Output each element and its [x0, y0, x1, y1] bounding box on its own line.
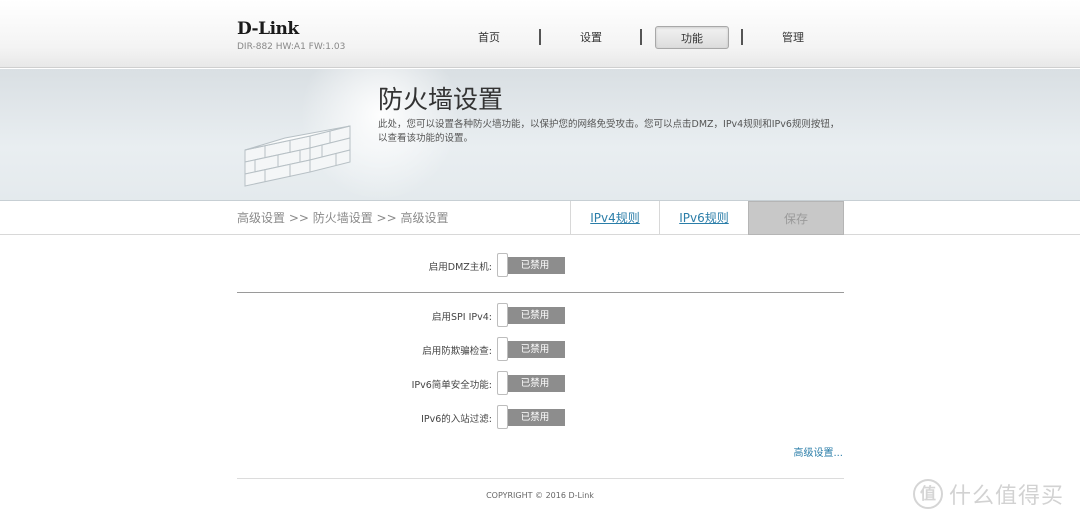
tab-ipv6-rules[interactable]: IPv6规则: [659, 201, 748, 235]
nav-separator: [741, 29, 743, 45]
spi-ipv4-label: 启用SPI IPv4:: [432, 312, 492, 323]
ipv6-simple-security-label: IPv6简单安全功能:: [411, 380, 492, 391]
section-divider: [237, 292, 844, 293]
dmz-host-label: 启用DMZ主机:: [428, 262, 492, 273]
breadcrumb: 高级设置 >> 防火墙设置 >> 高级设置: [237, 211, 449, 225]
model-info: DIR-882 HW:A1 FW:1.03: [237, 42, 346, 52]
toggle-state: 已禁用: [505, 257, 565, 274]
ipv6-ingress-filter-toggle[interactable]: 已禁用: [497, 405, 565, 429]
toggle-state: 已禁用: [505, 375, 565, 392]
watermark-text: 什么值得买: [949, 484, 1065, 509]
page-description: 此处，您可以设置各种防火墙功能，以保护您的网络免受攻击。您可以点击DMZ，IPv…: [378, 119, 840, 144]
page-title: 防火墙设置: [378, 85, 504, 114]
toggle-knob: [497, 405, 508, 429]
toggle-state: 已禁用: [505, 409, 565, 426]
toggle-knob: [497, 371, 508, 395]
ipv6-ingress-filter-label: IPv6的入站过滤:: [421, 414, 492, 425]
toggle-state: 已禁用: [505, 307, 565, 324]
toggle-knob: [497, 253, 508, 277]
anti-spoof-label: 启用防欺骗检查:: [422, 346, 492, 357]
dlink-logo: D-Link: [237, 19, 299, 39]
anti-spoof-toggle[interactable]: 已禁用: [497, 337, 565, 361]
tab-ipv4-rules[interactable]: IPv4规则: [570, 201, 659, 235]
nav-settings[interactable]: 设置: [554, 26, 628, 49]
toggle-knob: [497, 337, 508, 361]
nav-separator: [640, 29, 642, 45]
toggle-knob: [497, 303, 508, 327]
firewall-brick-icon: [244, 125, 351, 187]
nav-management[interactable]: 管理: [756, 26, 830, 49]
advanced-settings-link[interactable]: 高级设置...: [793, 444, 843, 459]
watermark: 值 什么值得买: [913, 478, 1064, 510]
save-button[interactable]: 保存: [748, 201, 844, 235]
nav-features[interactable]: 功能: [655, 26, 729, 49]
footer-divider: [237, 478, 844, 479]
breadcrumb-bar: [0, 201, 1080, 235]
dmz-host-toggle[interactable]: 已禁用: [497, 253, 565, 277]
watermark-logo-icon: 值: [913, 479, 943, 509]
nav-separator: [539, 29, 541, 45]
nav-home[interactable]: 首页: [452, 26, 526, 49]
spi-ipv4-toggle[interactable]: 已禁用: [497, 303, 565, 327]
top-header: D-Link DIR-882 HW:A1 FW:1.03 首页 设置 功能 管理: [0, 0, 1080, 68]
ipv6-simple-security-toggle[interactable]: 已禁用: [497, 371, 565, 395]
toggle-state: 已禁用: [505, 341, 565, 358]
